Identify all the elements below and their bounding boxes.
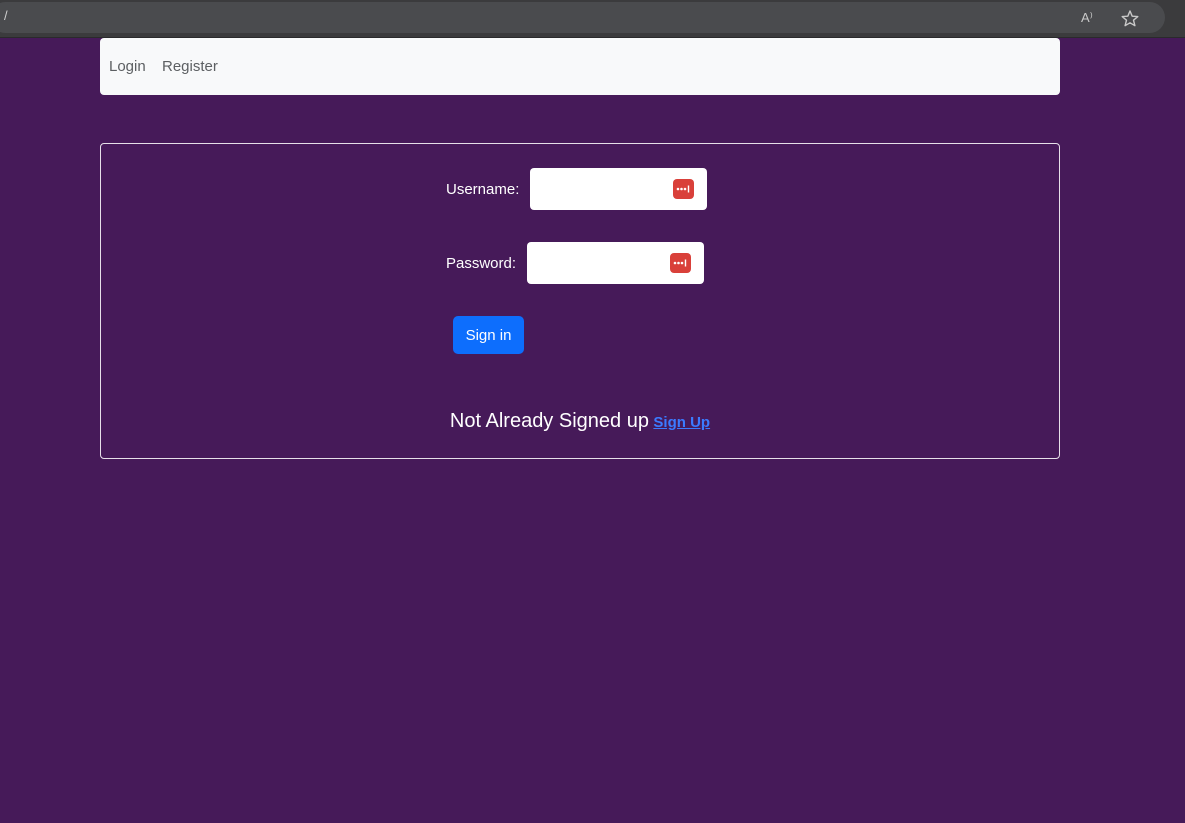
sign-in-button[interactable]: Sign in xyxy=(453,316,524,354)
nav-link-login[interactable]: Login xyxy=(109,58,146,75)
read-aloud-icon[interactable]: A⁾ xyxy=(1081,10,1101,28)
star-icon[interactable] xyxy=(1119,8,1141,30)
address-bar[interactable]: / A⁾ xyxy=(0,2,1165,33)
sign-up-link[interactable]: Sign Up xyxy=(653,414,710,431)
password-manager-icon[interactable] xyxy=(673,179,694,199)
password-field[interactable] xyxy=(527,242,704,286)
username-input[interactable] xyxy=(538,168,672,212)
nav-link-register[interactable]: Register xyxy=(162,58,218,75)
address-text[interactable]: / xyxy=(4,8,8,23)
username-field[interactable] xyxy=(530,168,707,212)
signup-prompt-text: Not Already Signed up xyxy=(449,410,649,432)
browser-toolbar: / A⁾ xyxy=(0,0,1185,38)
signup-prompt: Not Already Signed up Sign Up xyxy=(101,410,1059,433)
login-form-card: Username: Password: Sign in Not Already … xyxy=(100,143,1060,459)
navbar: Login Register xyxy=(100,38,1060,95)
password-input[interactable] xyxy=(535,242,669,286)
username-label: Username: xyxy=(446,181,520,198)
password-manager-icon[interactable] xyxy=(670,253,691,273)
password-label: Password: xyxy=(446,255,517,272)
